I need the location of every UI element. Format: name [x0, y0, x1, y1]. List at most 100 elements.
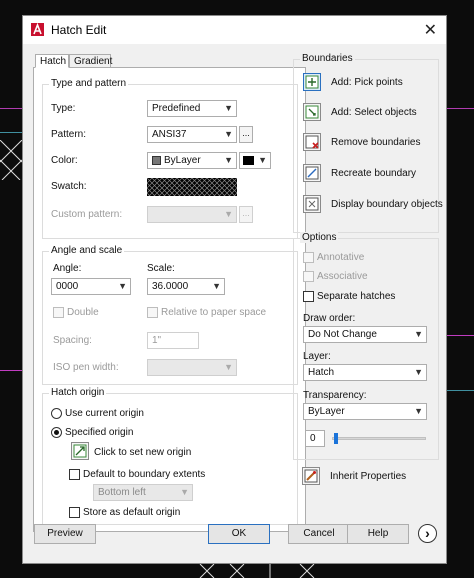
store-default-origin-label: Store as default origin [83, 507, 181, 518]
cad-background-line [447, 108, 474, 109]
cad-background-line [0, 132, 22, 133]
pattern-browse-button[interactable]: ... [239, 126, 253, 143]
custom-pattern-browse-button[interactable]: ... [239, 206, 253, 223]
draw-order-label: Draw order: [303, 313, 356, 324]
add-pick-points-button[interactable] [303, 73, 321, 91]
recreate-boundary-icon [305, 166, 319, 180]
chevron-down-icon: ▼ [258, 155, 267, 165]
pattern-select[interactable]: ANSI37 ▼ [147, 126, 237, 143]
help-button[interactable]: Help [347, 524, 409, 544]
annotative-checkbox[interactable] [303, 252, 314, 263]
type-select[interactable]: Predefined ▼ [147, 100, 237, 117]
color-select[interactable]: ByLayer ▼ [147, 152, 237, 169]
autocad-logo-icon [31, 23, 44, 36]
separate-hatches-checkbox[interactable] [303, 291, 314, 302]
color-label: Color: [51, 155, 78, 166]
group-title: Type and pattern [49, 78, 129, 89]
add-pick-points-label[interactable]: Add: Pick points [331, 77, 403, 88]
use-current-origin-label: Use current origin [65, 408, 144, 419]
ok-button[interactable]: OK [208, 524, 270, 544]
inherit-properties-label[interactable]: Inherit Properties [330, 471, 406, 482]
group-title: Boundaries [300, 53, 355, 64]
chevron-down-icon: ▼ [414, 367, 423, 377]
cad-background-line [0, 108, 22, 109]
default-boundary-extents-checkbox[interactable] [69, 469, 80, 480]
inherit-properties-button[interactable] [302, 467, 320, 485]
remove-boundaries-label[interactable]: Remove boundaries [331, 137, 421, 148]
type-label: Type: [51, 103, 76, 114]
custom-pattern-select[interactable]: ▼ [147, 206, 237, 223]
cad-background-line [447, 335, 474, 336]
scale-select[interactable]: 36.0000 ▼ [147, 278, 225, 295]
group-hatch-origin: Hatch origin Use current origin Specifie… [42, 387, 298, 525]
annotative-label: Annotative [317, 252, 365, 263]
spacing-input[interactable]: 1" [147, 332, 199, 349]
associative-label: Associative [317, 271, 368, 282]
chevron-down-icon: ▼ [180, 487, 189, 497]
chevron-down-icon: ▼ [414, 329, 423, 339]
recreate-boundary-button[interactable] [303, 164, 321, 182]
group-boundaries: Boundaries Add: Pick points Add: Select … [293, 53, 443, 233]
iso-pen-width-select[interactable]: ▼ [147, 359, 237, 376]
transparency-value-input[interactable]: 0 [305, 430, 325, 447]
display-boundary-icon [305, 197, 319, 211]
iso-pen-width-label: ISO pen width: [53, 362, 119, 373]
transparency-select[interactable]: ByLayer ▼ [303, 403, 427, 420]
background-color-select[interactable]: ▼ [239, 152, 271, 169]
more-options-button[interactable]: › [418, 524, 437, 543]
boundary-extents-select[interactable]: Bottom left ▼ [93, 484, 193, 501]
angle-label: Angle: [53, 263, 82, 274]
display-boundary-objects-button[interactable] [303, 195, 321, 213]
specified-origin-label: Specified origin [65, 427, 134, 438]
group-title: Hatch origin [49, 387, 107, 398]
title-bar: Hatch Edit ✕ [23, 16, 446, 44]
transparency-slider-thumb[interactable] [334, 433, 338, 444]
relative-to-paper-label: Relative to paper space [161, 307, 267, 318]
chevron-right-icon: › [425, 525, 430, 541]
add-select-objects-button[interactable] [303, 103, 321, 121]
store-default-origin-checkbox[interactable] [69, 507, 80, 518]
chevron-down-icon: ▼ [224, 129, 233, 139]
dialog-title: Hatch Edit [51, 23, 107, 37]
group-angle-and-scale: Angle and scale Angle: 0000 ▼ Scale: 36.0… [42, 245, 298, 385]
cad-hatch-fragment [0, 140, 22, 180]
custom-pattern-label: Custom pattern: [51, 209, 123, 220]
hatch-swatch-preview[interactable] [147, 178, 237, 196]
chevron-down-icon: ▼ [118, 281, 127, 291]
close-icon[interactable]: ✕ [424, 20, 437, 40]
pattern-label: Pattern: [51, 129, 87, 140]
transparency-slider[interactable] [332, 437, 426, 440]
angle-select[interactable]: 0000 ▼ [51, 278, 131, 295]
tab-hatch[interactable]: Hatch [35, 54, 69, 68]
scale-label: Scale: [147, 263, 175, 274]
group-title: Angle and scale [49, 245, 125, 256]
chevron-down-icon: ▼ [224, 103, 233, 113]
tab-gradient[interactable]: Gradient [69, 54, 112, 68]
pick-points-icon [305, 75, 319, 89]
separate-hatches-label: Separate hatches [317, 291, 396, 302]
double-checkbox[interactable] [53, 307, 64, 318]
swatch-label: Swatch: [51, 181, 87, 192]
use-current-origin-radio[interactable] [51, 408, 62, 419]
remove-boundaries-icon [305, 135, 319, 149]
layer-select[interactable]: Hatch ▼ [303, 364, 427, 381]
preview-button[interactable]: Preview [34, 524, 96, 544]
remove-boundaries-button[interactable] [303, 133, 321, 151]
recreate-boundary-label[interactable]: Recreate boundary [331, 168, 416, 179]
group-title: Options [300, 232, 339, 243]
display-boundary-objects-label[interactable]: Display boundary objects [331, 199, 443, 210]
hatch-edit-dialog: Hatch Edit ✕ Hatch Gradient Type and pat… [22, 15, 447, 564]
set-origin-button[interactable] [71, 442, 89, 460]
specified-origin-radio[interactable] [51, 427, 62, 438]
associative-checkbox[interactable] [303, 271, 314, 282]
double-label: Double [67, 307, 99, 318]
default-boundary-extents-label: Default to boundary extents [83, 469, 206, 480]
add-select-objects-label[interactable]: Add: Select objects [331, 107, 417, 118]
relative-to-paper-checkbox[interactable] [147, 307, 158, 318]
chevron-down-icon: ▼ [224, 155, 233, 165]
group-type-and-pattern: Type and pattern Type: Predefined ▼ Patte… [42, 78, 298, 239]
cad-hatch-fragment [199, 564, 315, 578]
draw-order-select[interactable]: Do Not Change ▼ [303, 326, 427, 343]
cancel-button[interactable]: Cancel [288, 524, 350, 544]
cad-background-line [0, 370, 22, 371]
